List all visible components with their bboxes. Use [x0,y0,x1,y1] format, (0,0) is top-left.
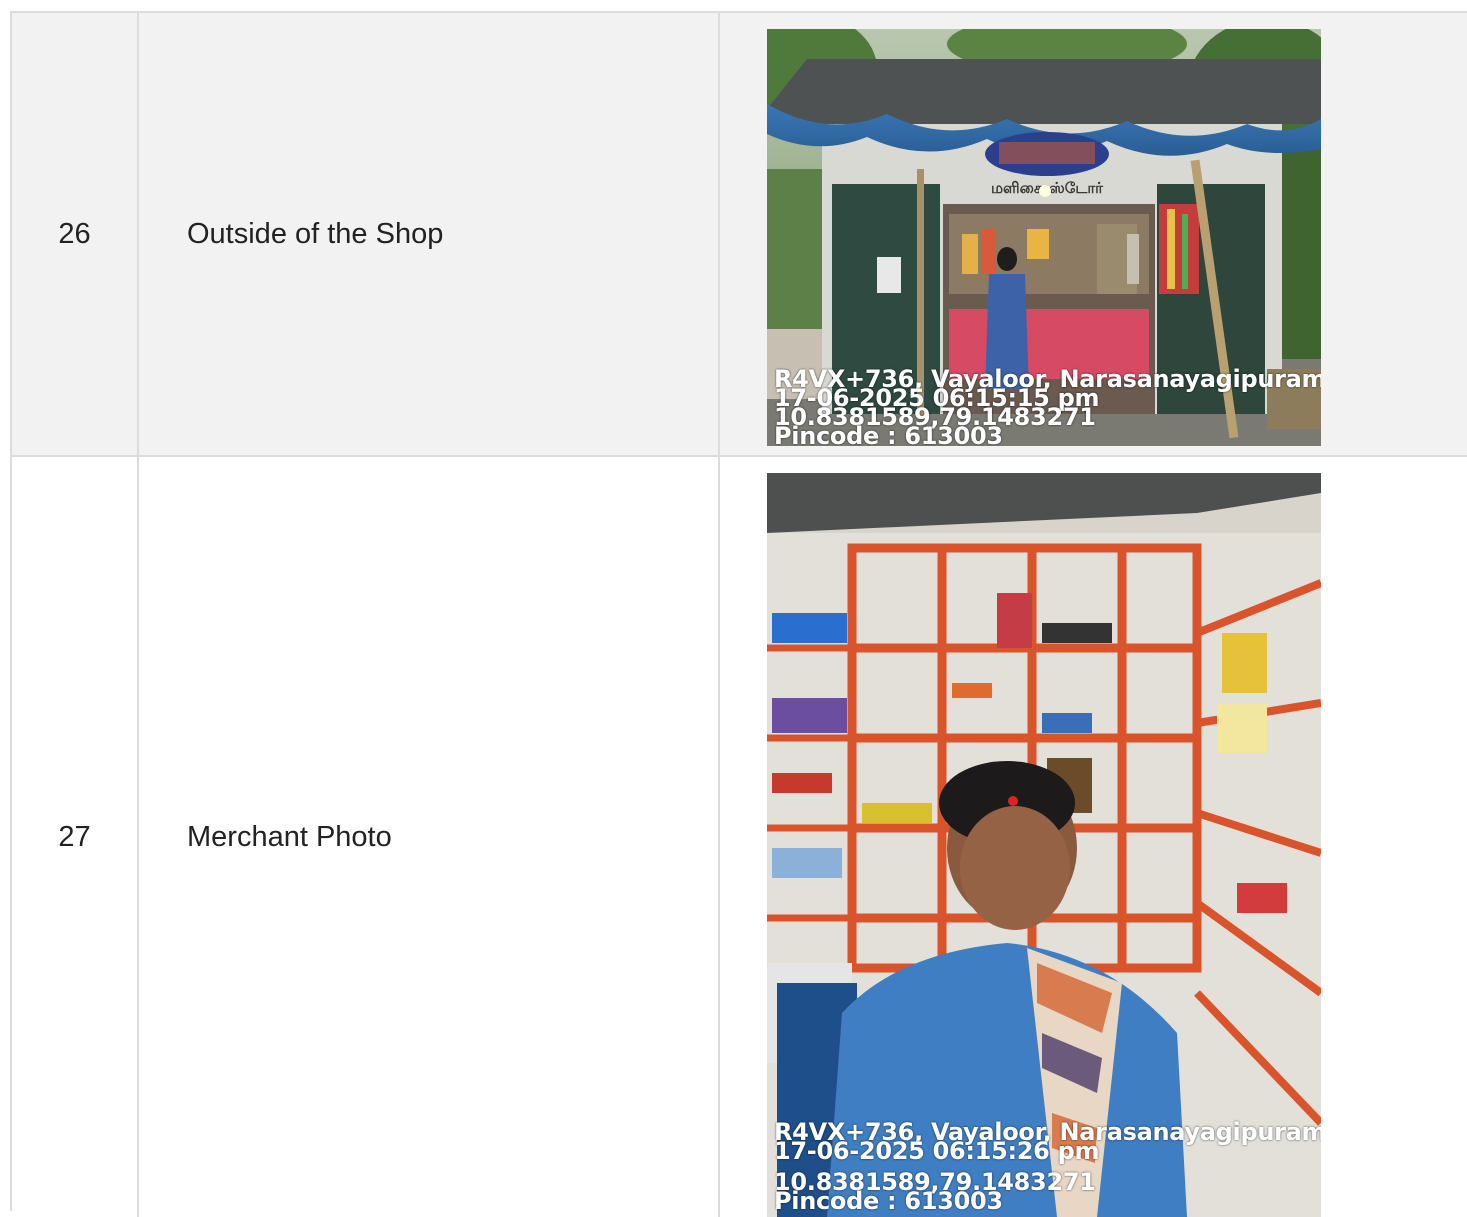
table-row: 27 Merchant Photo R4VX+736, Vayaloor, Na… [12,457,1467,1217]
row-number: 26 [12,13,139,455]
photo-cell: R4VX+736, Vayaloor, Narasanayagipuram, T… [720,457,1467,1217]
table-row: 26 Outside of the Shop மளிகை ஸ்டோர் R4VX… [12,13,1467,457]
document-table: 26 Outside of the Shop மளிகை ஸ்டோர் R4VX… [10,11,1467,1217]
row-label: Merchant Photo [139,457,720,1217]
shop-exterior-photo: மளிகை ஸ்டோர் R4VX+736, Vayaloor, Narasan… [767,29,1321,446]
merchant-photo: R4VX+736, Vayaloor, Narasanayagipuram, T… [767,473,1321,1217]
merchant-image [767,473,1321,1217]
row-label: Outside of the Shop [139,13,720,455]
geo-stamp: R4VX+736, Vayaloor, Narasanayagipuram, T… [774,367,1321,446]
row-number: 27 [12,457,139,1217]
photo-cell: மளிகை ஸ்டோர் R4VX+736, Vayaloor, Narasan… [720,13,1467,455]
geo-stamp: R4VX+736, Vayaloor, Narasanayagipuram, T… [774,1120,1321,1213]
